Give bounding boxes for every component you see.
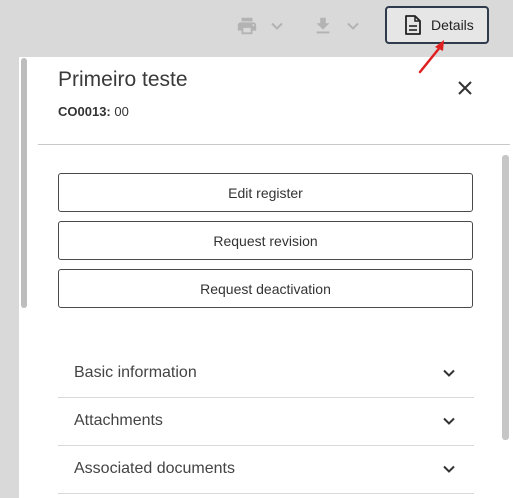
header-divider [38, 144, 510, 145]
printer-icon [237, 17, 257, 35]
download-icon [316, 17, 330, 34]
annotation-arrow-icon [418, 40, 444, 74]
section-label: Basic information [74, 364, 197, 381]
details-button-label: Details [431, 17, 474, 33]
section-basic-information[interactable]: Basic information [58, 349, 474, 398]
document-code-label: CO0013: [58, 104, 111, 119]
chevron-down-icon [271, 22, 283, 30]
section-associated-documents[interactable]: Associated documents [58, 445, 474, 494]
left-scrollbar[interactable] [21, 58, 27, 308]
panel-scrollbar[interactable] [502, 155, 509, 440]
request-revision-button[interactable]: Request revision [58, 221, 473, 260]
close-icon [458, 81, 472, 95]
document-code: CO0013: 00 [58, 104, 129, 119]
panel-title: Primeiro teste [58, 68, 188, 91]
left-pane-background [0, 57, 19, 498]
close-panel-button[interactable] [455, 78, 475, 98]
edit-register-button[interactable]: Edit register [58, 173, 473, 212]
chevron-down-icon [443, 465, 455, 473]
download-menu-button[interactable] [312, 14, 360, 38]
chevron-down-icon [443, 369, 455, 377]
document-code-value: 00 [114, 104, 129, 119]
section-attachments[interactable]: Attachments [58, 397, 474, 446]
section-label: Associated documents [74, 460, 235, 477]
request-deactivation-button[interactable]: Request deactivation [58, 269, 473, 308]
section-label: Attachments [74, 412, 163, 429]
chevron-down-icon [347, 22, 359, 30]
print-menu-button[interactable] [236, 14, 284, 38]
document-icon [405, 15, 421, 35]
chevron-down-icon [443, 417, 455, 425]
